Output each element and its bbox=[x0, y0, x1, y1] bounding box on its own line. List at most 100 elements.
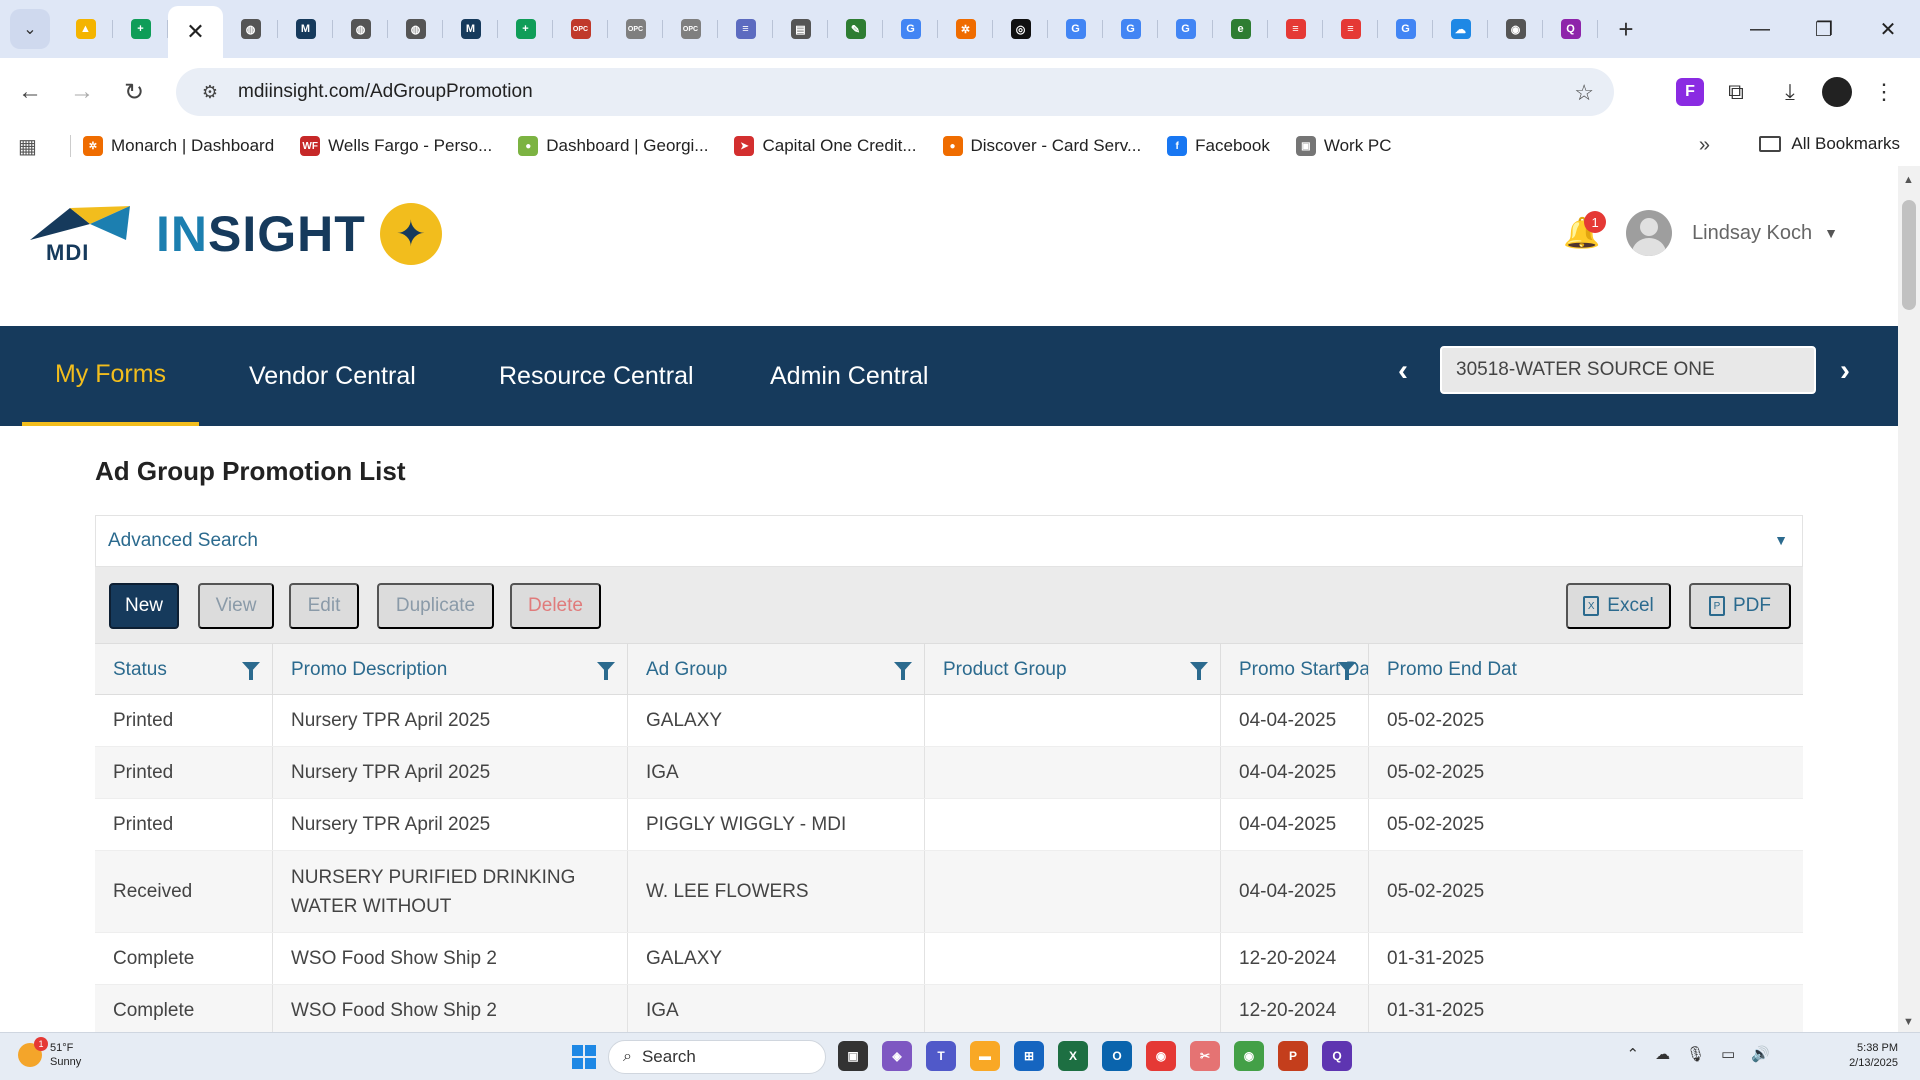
browser-tab[interactable]: OPC bbox=[553, 0, 608, 58]
table-row[interactable]: Printed Nursery TPR April 2025 IGA 04-04-20… bbox=[95, 747, 1803, 799]
duplicate-button[interactable]: Duplicate bbox=[377, 583, 494, 629]
outlook-icon[interactable]: O bbox=[1102, 1041, 1132, 1071]
browser-tab[interactable]: ≡ bbox=[718, 0, 773, 58]
browser-tab[interactable]: ◍ bbox=[223, 0, 278, 58]
restore-button[interactable]: ❐ bbox=[1792, 0, 1856, 58]
onedrive-icon[interactable]: ☁ bbox=[1655, 1045, 1670, 1063]
system-clock[interactable]: 5:38 PM 2/13/2025 bbox=[1849, 1041, 1898, 1071]
url-text[interactable]: mdiinsight.com/AdGroupPromotion bbox=[238, 81, 533, 103]
column-header-promo-start-date[interactable]: Promo Start Date bbox=[1221, 644, 1369, 696]
extensions-puzzle-icon[interactable]: ⧉ bbox=[1714, 70, 1758, 114]
chrome-icon[interactable]: ◉ bbox=[1146, 1041, 1176, 1071]
browser-tab[interactable]: OPC bbox=[608, 0, 663, 58]
column-header-promo-end-date[interactable]: Promo End Dat bbox=[1369, 644, 1525, 696]
chrome-profile-icon[interactable]: ◉ bbox=[1234, 1041, 1264, 1071]
excel-icon[interactable]: X bbox=[1058, 1041, 1088, 1071]
close-window-button[interactable]: ✕ bbox=[1856, 0, 1920, 58]
task-view-icon[interactable]: ▣ bbox=[838, 1041, 868, 1071]
powerpoint-icon[interactable]: P bbox=[1278, 1041, 1308, 1071]
taskbar-search[interactable]: ⌕ Search bbox=[608, 1040, 826, 1074]
table-row[interactable]: Printed Nursery TPR April 2025 GALAXY 04-04… bbox=[95, 695, 1803, 747]
notification-bell-icon[interactable]: 🔔 1 bbox=[1562, 211, 1607, 253]
user-name[interactable]: Lindsay Koch bbox=[1692, 222, 1812, 245]
column-header-status[interactable]: Status bbox=[95, 644, 273, 696]
browser-tab[interactable]: ▲ bbox=[58, 0, 113, 58]
chevron-right-icon[interactable]: › bbox=[1840, 354, 1850, 388]
volume-icon[interactable]: 🔊 bbox=[1751, 1045, 1770, 1063]
start-button[interactable] bbox=[572, 1045, 596, 1069]
export-pdf-button[interactable]: P PDF bbox=[1689, 583, 1791, 629]
q-app-taskbar-icon[interactable]: Q bbox=[1322, 1041, 1352, 1071]
caret-down-icon[interactable]: ▼ bbox=[1824, 225, 1838, 241]
edit-button[interactable]: Edit bbox=[289, 583, 359, 629]
all-bookmarks-button[interactable]: All Bookmarks bbox=[1759, 134, 1900, 154]
teams-icon[interactable]: T bbox=[926, 1041, 956, 1071]
browser-tab[interactable]: ◉ bbox=[1488, 0, 1543, 58]
page-scrollbar[interactable]: ▲ ▼ bbox=[1898, 166, 1920, 1032]
browser-tab[interactable]: G bbox=[1378, 0, 1433, 58]
browser-tab[interactable]: G bbox=[1158, 0, 1213, 58]
address-bar[interactable]: ⚙ mdiinsight.com/AdGroupPromotion ☆ bbox=[176, 68, 1614, 116]
scroll-thumb[interactable] bbox=[1902, 200, 1916, 310]
scroll-down-icon[interactable]: ▼ bbox=[1903, 1016, 1914, 1028]
user-avatar[interactable] bbox=[1626, 210, 1673, 256]
view-button[interactable]: View bbox=[198, 583, 274, 629]
browser-tab[interactable]: e bbox=[1213, 0, 1268, 58]
browser-tab[interactable]: ▤ bbox=[773, 0, 828, 58]
column-header-ad-group[interactable]: Ad Group bbox=[628, 644, 925, 696]
browser-tab[interactable]: Q bbox=[1543, 0, 1598, 58]
table-row[interactable]: Received NURSERY PURIFIED DRINKING WATER … bbox=[95, 851, 1803, 933]
browser-tab[interactable]: M bbox=[443, 0, 498, 58]
tray-overflow-icon[interactable]: ⌃ bbox=[1627, 1045, 1640, 1063]
delete-button[interactable]: Delete bbox=[510, 583, 601, 629]
browser-tab[interactable]: ☁ bbox=[1433, 0, 1488, 58]
network-icon[interactable]: ▭ bbox=[1721, 1045, 1735, 1063]
browser-tab[interactable]: ◍ bbox=[388, 0, 443, 58]
filter-icon[interactable] bbox=[1338, 662, 1356, 680]
browser-tab[interactable]: ≡ bbox=[1323, 0, 1378, 58]
minimize-button[interactable]: — bbox=[1728, 0, 1792, 58]
browser-tab[interactable]: ✎ bbox=[828, 0, 883, 58]
back-button[interactable]: ← bbox=[8, 70, 52, 114]
browser-tab[interactable]: + bbox=[113, 0, 168, 58]
bookmark-item[interactable]: ✲ Monarch | Dashboard bbox=[83, 136, 274, 156]
filter-icon[interactable] bbox=[894, 662, 912, 680]
vendor-selector[interactable]: 30518-WATER SOURCE ONE bbox=[1440, 346, 1816, 394]
browser-tab[interactable]: + bbox=[498, 0, 553, 58]
browser-tab[interactable]: ◎ bbox=[993, 0, 1048, 58]
snipping-icon[interactable]: ✂ bbox=[1190, 1041, 1220, 1071]
forward-button[interactable]: → bbox=[60, 70, 104, 114]
bookmark-item[interactable]: ● Discover - Card Serv... bbox=[942, 136, 1141, 156]
export-excel-button[interactable]: X Excel bbox=[1566, 583, 1671, 629]
nav-resource-central[interactable]: Resource Central bbox=[499, 326, 694, 426]
bookmark-star-icon[interactable]: ☆ bbox=[1574, 80, 1594, 106]
file-explorer-icon[interactable]: ▬ bbox=[970, 1041, 1000, 1071]
bookmark-item[interactable]: WF Wells Fargo - Perso... bbox=[300, 136, 492, 156]
nav-my-forms[interactable]: My Forms bbox=[22, 326, 199, 426]
chevron-left-icon[interactable]: ‹ bbox=[1398, 354, 1408, 388]
apps-grid-icon[interactable]: ▦ bbox=[18, 134, 58, 159]
filter-icon[interactable] bbox=[597, 662, 615, 680]
bookmark-item[interactable]: ➤ Capital One Credit... bbox=[734, 136, 917, 156]
scroll-up-icon[interactable]: ▲ bbox=[1903, 174, 1914, 186]
nav-vendor-central[interactable]: Vendor Central bbox=[249, 326, 416, 426]
browser-tab[interactable]: M bbox=[278, 0, 333, 58]
new-button[interactable]: New bbox=[109, 583, 179, 629]
copilot-icon[interactable]: ◈ bbox=[882, 1041, 912, 1071]
reload-button[interactable]: ↻ bbox=[112, 70, 156, 114]
filter-icon[interactable] bbox=[242, 662, 260, 680]
microphone-icon[interactable]: 🎙 bbox=[1686, 1045, 1705, 1063]
browser-tab[interactable]: OPC bbox=[663, 0, 718, 58]
column-header-product-group[interactable]: Product Group bbox=[925, 644, 1221, 696]
browser-menu-icon[interactable]: ⋮ bbox=[1862, 70, 1906, 114]
profile-avatar[interactable] bbox=[1822, 77, 1852, 107]
filter-icon[interactable] bbox=[1190, 662, 1208, 680]
more-bookmarks-icon[interactable]: » bbox=[1699, 134, 1710, 157]
column-header-promo-description[interactable]: Promo Description bbox=[273, 644, 628, 696]
browser-tab[interactable]: G bbox=[1103, 0, 1158, 58]
browser-tab[interactable]: ✲ bbox=[938, 0, 993, 58]
browser-tab[interactable]: G bbox=[883, 0, 938, 58]
bookmark-item[interactable]: ▣ Work PC bbox=[1295, 136, 1392, 156]
site-settings-icon[interactable]: ⚙ bbox=[190, 82, 230, 103]
nav-admin-central[interactable]: Admin Central bbox=[770, 326, 928, 426]
